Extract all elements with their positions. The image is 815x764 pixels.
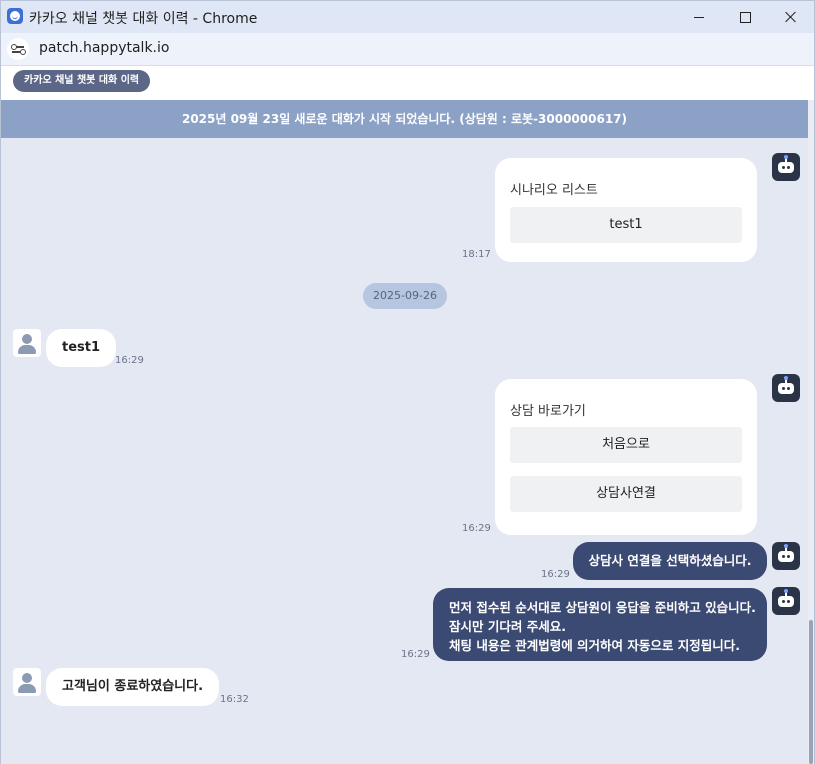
bot-message-line: 먼저 접수된 순서대로 상담원이 응답을 준비하고 있습니다.: [449, 600, 756, 615]
date-divider: 2025-09-26: [363, 283, 447, 309]
chat-history[interactable]: 2025년 09월 23일 새로운 대화가 시작 되었습니다. (상담원 : 로…: [1, 100, 808, 764]
site-settings-icon[interactable]: [7, 38, 29, 60]
maximize-button[interactable]: [722, 1, 768, 33]
bot-card-message: 시나리오 리스트 test1: [495, 158, 757, 262]
user-avatar: [13, 329, 41, 357]
chat-scrollbar[interactable]: [808, 100, 814, 764]
page-header: 카카오 채널 챗봇 대화 이력: [1, 66, 814, 100]
title-bar: 카카오 채널 챗봇 대화 이력 - Chrome: [1, 1, 814, 33]
message-time: 16:29: [115, 355, 144, 366]
user-message: 고객님이 종료하였습니다.: [46, 668, 220, 706]
bot-message: 상담사 연결을 선택하셨습니다.: [573, 542, 767, 580]
bot-message-line: 상담사 연결을 선택하셨습니다.: [588, 553, 752, 568]
card-button-test1[interactable]: test1: [510, 207, 742, 243]
minimize-icon: [694, 16, 704, 18]
close-icon: [785, 11, 797, 23]
bot-avatar: [772, 153, 800, 181]
page-title-chip: 카카오 채널 챗봇 대화 이력: [13, 70, 151, 92]
bot-card-message: 상담 바로가기 처음으로 상담사연결: [495, 379, 757, 535]
card-title: 시나리오 리스트: [510, 183, 598, 198]
message-time: 16:32: [220, 694, 249, 705]
bot-avatar: [772, 542, 800, 570]
app-icon: [7, 8, 23, 24]
url-text[interactable]: patch.happytalk.io: [39, 40, 169, 56]
card-title: 상담 바로가기: [510, 404, 586, 419]
close-button[interactable]: [768, 1, 814, 33]
bot-message-line: 잠시만 기다려 주세요.: [449, 619, 566, 634]
conversation-start-banner: 2025년 09월 23일 새로운 대화가 시작 되었습니다. (상담원 : 로…: [1, 100, 808, 138]
user-message: test1: [46, 329, 117, 367]
scrollbar-thumb[interactable]: [809, 620, 813, 764]
bot-avatar: [772, 587, 800, 615]
message-time: 16:29: [462, 523, 491, 534]
message-time: 16:29: [541, 569, 570, 580]
message-time: 18:17: [462, 249, 491, 260]
browser-window: 카카오 채널 챗봇 대화 이력 - Chrome patch.happytalk…: [0, 0, 815, 764]
message-time: 16:29: [401, 649, 430, 660]
bot-message: 먼저 접수된 순서대로 상담원이 응답을 준비하고 있습니다. 잠시만 기다려 …: [433, 588, 767, 661]
user-avatar: [13, 668, 41, 696]
minimize-button[interactable]: [676, 1, 722, 33]
card-button-home[interactable]: 처음으로: [510, 427, 742, 463]
window-title: 카카오 채널 챗봇 대화 이력 - Chrome: [29, 11, 258, 27]
address-bar: patch.happytalk.io: [1, 33, 814, 66]
bot-avatar: [772, 374, 800, 402]
card-button-connect-agent[interactable]: 상담사연결: [510, 476, 742, 512]
maximize-icon: [739, 11, 751, 23]
bot-message-line: 채팅 내용은 관계법령에 의거하여 자동으로 지정됩니다.: [449, 638, 741, 653]
